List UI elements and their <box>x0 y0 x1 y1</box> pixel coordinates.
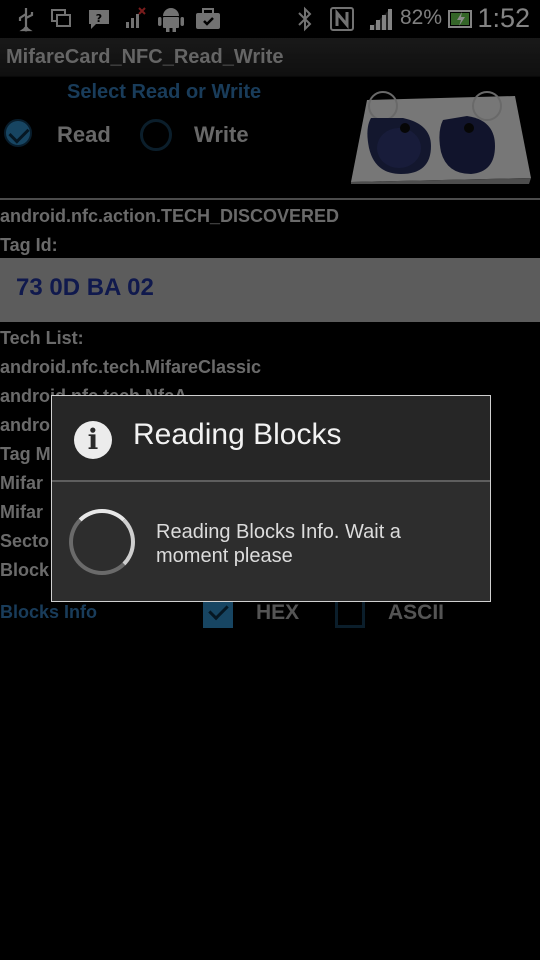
loading-spinner-icon <box>69 509 135 575</box>
info-icon: i <box>74 421 112 459</box>
dialog-title: Reading Blocks <box>133 418 342 451</box>
dialog-body: Reading Blocks Info. Wait a moment pleas… <box>52 482 490 601</box>
progress-dialog: i Reading Blocks Reading Blocks Info. Wa… <box>51 395 491 602</box>
dialog-header: i Reading Blocks <box>52 396 490 480</box>
dialog-message: Reading Blocks Info. Wait a moment pleas… <box>156 521 401 567</box>
